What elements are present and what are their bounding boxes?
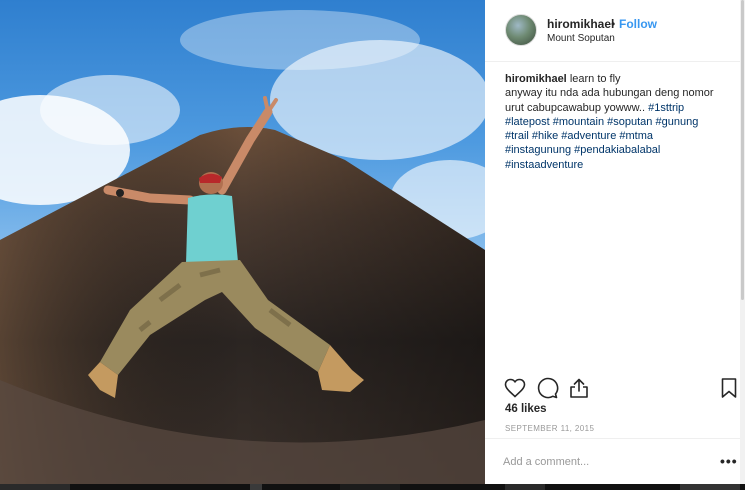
hashtag-link[interactable]: #trail <box>505 130 529 142</box>
hashtag-link[interactable]: #mtma <box>619 130 653 142</box>
hashtag-link[interactable]: #pendakiabalabal <box>574 144 660 156</box>
scrollbar-thumb[interactable] <box>741 0 744 300</box>
comment-input[interactable] <box>503 453 703 471</box>
bookmark-icon[interactable] <box>717 376 741 400</box>
comment-icon[interactable] <box>535 376 559 400</box>
hashtag-link[interactable]: #adventure <box>561 130 616 142</box>
caption-line-1: learn to fly <box>569 73 621 85</box>
post-details-panel: hiromikhael • Follow Mount Soputan hirom… <box>485 0 740 484</box>
avatar[interactable] <box>505 14 537 46</box>
follow-button[interactable]: Follow <box>619 17 657 31</box>
post-photo[interactable] <box>0 0 485 484</box>
more-options-icon[interactable]: ••• <box>720 453 738 469</box>
share-icon[interactable] <box>567 376 591 400</box>
likes-count[interactable]: 46 likes <box>505 403 547 415</box>
hashtag-link[interactable]: #mountain <box>553 116 604 128</box>
hashtag-link[interactable]: #instaadventure <box>505 159 583 171</box>
thumbnail-strip <box>0 484 745 490</box>
caption-username[interactable]: hiromikhael <box>505 73 567 85</box>
hashtag-link[interactable]: #gunung <box>655 116 698 128</box>
post-caption: hiromikhael learn to fly anyway itu nda … <box>505 72 730 172</box>
photo-illustration <box>0 10 485 484</box>
action-bar <box>485 372 740 402</box>
hashtag-link[interactable]: #latepost <box>505 116 550 128</box>
caption-line-3: urut cabupcawabup yowww.. <box>505 101 646 114</box>
header-username[interactable]: hiromikhael <box>547 17 614 31</box>
hashtag-link[interactable]: #soputan <box>607 116 652 128</box>
location-link[interactable]: Mount Soputan <box>547 33 615 44</box>
caption-line-2: anyway itu nda ada hubungan deng nomor <box>505 87 714 100</box>
heart-icon[interactable] <box>503 376 527 400</box>
hashtag-link[interactable]: #1sttrip <box>648 102 684 114</box>
separator-dot: • <box>611 17 616 31</box>
post-date[interactable]: SEPTEMBER 11, 2015 <box>505 424 594 433</box>
hashtag-link[interactable]: #instagunung <box>505 144 571 156</box>
comment-bar: ••• <box>485 438 740 484</box>
hashtag-link[interactable]: #hike <box>532 130 558 142</box>
post-header: hiromikhael • Follow Mount Soputan <box>485 0 740 62</box>
